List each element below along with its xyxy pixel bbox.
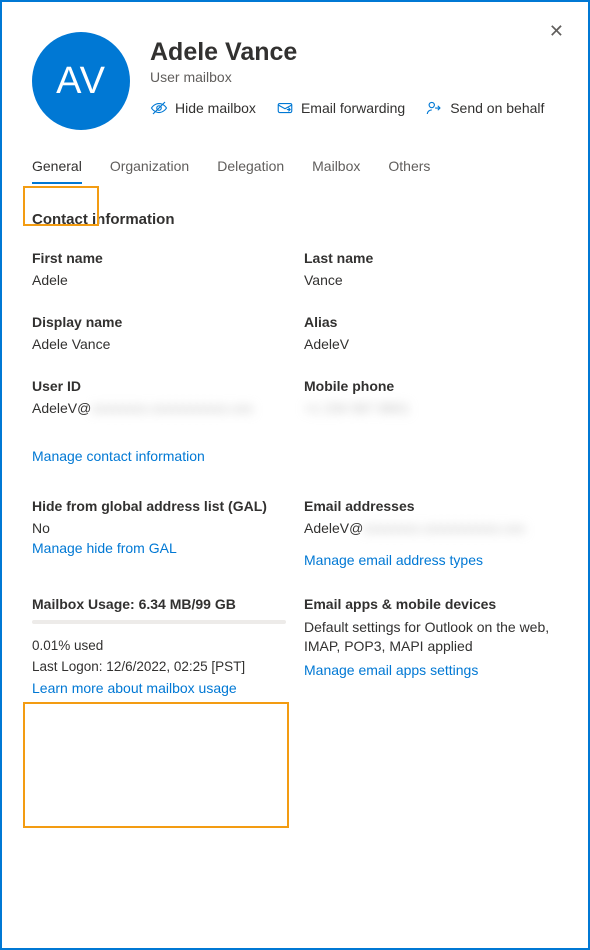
tab-organization[interactable]: Organization: [110, 158, 189, 184]
mobile-phone-label: Mobile phone: [304, 378, 558, 394]
manage-gal-link[interactable]: Manage hide from GAL: [32, 540, 177, 556]
tab-mailbox[interactable]: Mailbox: [312, 158, 360, 184]
send-on-behalf-action[interactable]: Send on behalf: [425, 99, 544, 117]
tab-others[interactable]: Others: [388, 158, 430, 184]
email-addresses-value: AdeleV@xxxxxxxx.xxxxxxxxxxx.xxx: [304, 520, 558, 536]
gal-label: Hide from global address list (GAL): [32, 498, 294, 514]
hide-mailbox-action[interactable]: Hide mailbox: [150, 99, 256, 117]
mailbox-usage-title: Mailbox Usage: 6.34 MB/99 GB: [32, 596, 286, 612]
first-name-value: Adele: [32, 272, 294, 288]
close-icon[interactable]: ✕: [549, 22, 564, 40]
display-name-label: Display name: [32, 314, 294, 330]
gal-value: No: [32, 520, 294, 536]
usage-percent: 0.01% used: [32, 638, 286, 653]
eye-slash-icon: [150, 99, 168, 117]
learn-more-usage-link[interactable]: Learn more about mailbox usage: [32, 680, 237, 696]
last-name-value: Vance: [304, 272, 558, 288]
tab-delegation[interactable]: Delegation: [217, 158, 284, 184]
last-name-label: Last name: [304, 250, 558, 266]
manage-email-types-link[interactable]: Manage email address types: [304, 552, 483, 568]
first-name-label: First name: [32, 250, 294, 266]
page-subtitle: User mailbox: [150, 69, 558, 85]
user-id-value: AdeleV@xxxxxxxx.xxxxxxxxxxx.xxx: [32, 400, 294, 416]
tab-general[interactable]: General: [32, 158, 82, 184]
mobile-phone-value: +1 234 567 8901: [304, 400, 558, 416]
highlight-usage-box: [23, 702, 289, 828]
display-name-value: Adele Vance: [32, 336, 294, 352]
usage-last-logon: Last Logon: 12/6/2022, 02:25 [PST]: [32, 659, 286, 674]
usage-progress-bar: [32, 620, 286, 624]
avatar: AV: [32, 32, 130, 130]
contact-section-title: Contact information: [32, 211, 558, 228]
email-addresses-label: Email addresses: [304, 498, 558, 514]
email-apps-label: Email apps & mobile devices: [304, 596, 558, 612]
tab-bar: General Organization Delegation Mailbox …: [32, 158, 558, 185]
email-apps-desc: Default settings for Outlook on the web,…: [304, 618, 558, 656]
mail-forward-icon: [276, 99, 294, 117]
alias-value: AdeleV: [304, 336, 558, 352]
person-send-icon: [425, 99, 443, 117]
page-title: Adele Vance: [150, 38, 558, 67]
email-forwarding-action[interactable]: Email forwarding: [276, 99, 405, 117]
alias-label: Alias: [304, 314, 558, 330]
manage-email-apps-link[interactable]: Manage email apps settings: [304, 662, 478, 678]
email-forwarding-label: Email forwarding: [301, 100, 405, 116]
manage-contact-link[interactable]: Manage contact information: [32, 448, 205, 464]
send-on-behalf-label: Send on behalf: [450, 100, 544, 116]
hide-mailbox-label: Hide mailbox: [175, 100, 256, 116]
user-id-label: User ID: [32, 378, 294, 394]
